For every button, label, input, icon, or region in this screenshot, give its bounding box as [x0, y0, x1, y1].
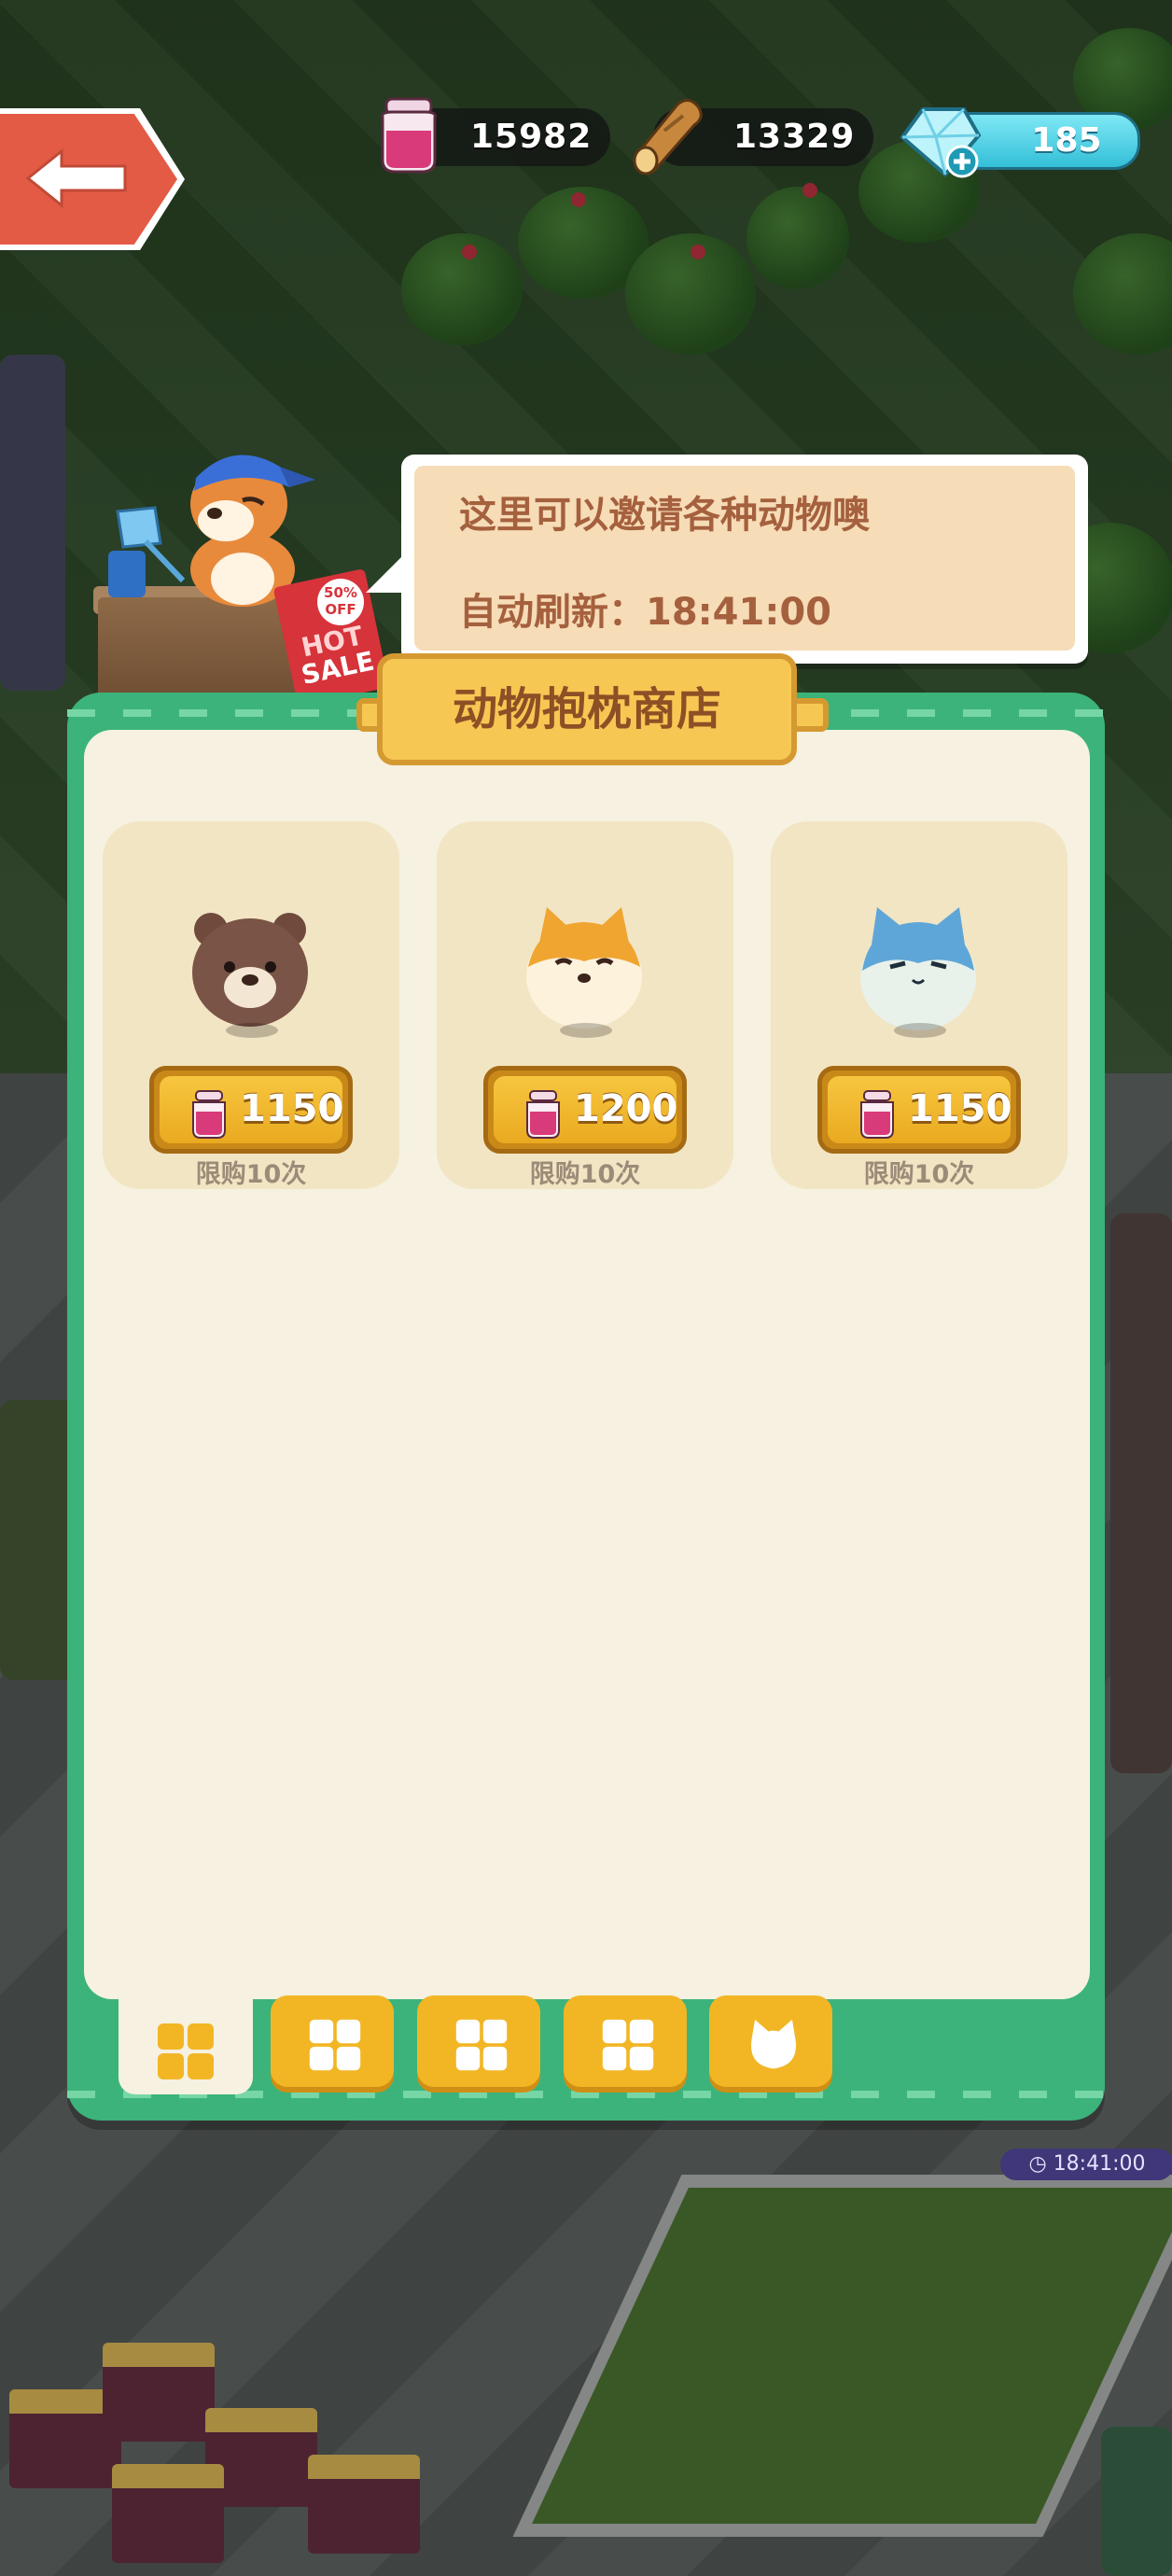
blue-cat-pillow-icon [860, 907, 976, 1030]
gem-counter[interactable]: 185 [900, 107, 1140, 178]
item-price: 1150 [240, 1087, 344, 1130]
back-arrow-icon [25, 147, 127, 209]
grid-icon [309, 2019, 361, 2071]
timer-value: 18:41:00 [1053, 2152, 1146, 2176]
purchase-limit: 限购10次 [863, 1160, 975, 1189]
jam-jar-icon [526, 1090, 560, 1139]
wood-log-icon [633, 99, 703, 175]
shop-item-card[interactable]: 1150 限购10次 [771, 821, 1067, 1189]
shop-item-card[interactable]: 1200 限购10次 [437, 821, 733, 1189]
item-shadow [560, 1023, 612, 1038]
tab-category-3[interactable] [417, 1995, 540, 2087]
discount-percent: 50% [324, 584, 357, 601]
speech-line-invite: 这里可以邀请各种动物噢 [459, 494, 870, 537]
item-shadow [894, 1023, 946, 1038]
buy-button-face: 1150 [160, 1076, 344, 1143]
discount-off: OFF [325, 601, 356, 618]
shop-counter [98, 597, 303, 700]
diamond-icon [900, 107, 982, 178]
jam-jar-icon [860, 1090, 894, 1139]
purchase-limit: 限购10次 [529, 1160, 641, 1189]
tab-category-1[interactable] [119, 1997, 253, 2094]
gem-amount: 185 [1031, 121, 1102, 160]
buy-button[interactable]: 1150 [149, 1066, 353, 1154]
speech-bubble: 这里可以邀请各种动物噢 自动刷新：18:41:00 [401, 455, 1088, 664]
tab-category-2[interactable] [271, 1995, 394, 2087]
speech-bubble-inner: 这里可以邀请各种动物噢 自动刷新：18:41:00 [414, 466, 1075, 651]
discount-badge: 50% OFF [317, 579, 364, 625]
timer-chip: ◷ 18:41:00 [1000, 2149, 1172, 2180]
buy-button-face: 1200 [494, 1076, 677, 1143]
buy-button[interactable]: 1150 [817, 1066, 1021, 1154]
item-price: 1200 [574, 1087, 678, 1130]
shop-title: 动物抱枕商店 [452, 683, 721, 735]
jam-jar-icon [381, 97, 437, 174]
jam-counter: 15982 [381, 97, 610, 174]
tab-category-4[interactable] [564, 1995, 687, 2087]
shiba-pillow-icon [526, 907, 642, 1029]
grid-icon [455, 2019, 508, 2071]
speech-line-refresh: 自动刷新：18:41:00 [459, 591, 831, 634]
jam-jar-icon [192, 1090, 226, 1139]
grid-icon [602, 2019, 654, 2071]
wood-counter: 13329 [633, 99, 873, 175]
grid-icon [158, 2023, 214, 2079]
buy-button[interactable]: 1200 [483, 1066, 687, 1154]
bear-pillow-icon [192, 913, 308, 1027]
buy-button-face: 1150 [828, 1076, 1012, 1143]
cat-icon [751, 2019, 796, 2069]
tab-category-pets[interactable] [709, 1995, 832, 2087]
purchase-limit: 限购10次 [195, 1160, 307, 1189]
wood-amount: 13329 [733, 118, 856, 156]
qr-code-stand [108, 551, 146, 597]
clock-icon: ◷ [1028, 2152, 1053, 2176]
jam-amount: 15982 [470, 118, 593, 156]
item-shadow [226, 1023, 278, 1038]
shop-item-card[interactable]: 1150 限购10次 [103, 821, 399, 1189]
item-price: 1150 [908, 1087, 1012, 1130]
